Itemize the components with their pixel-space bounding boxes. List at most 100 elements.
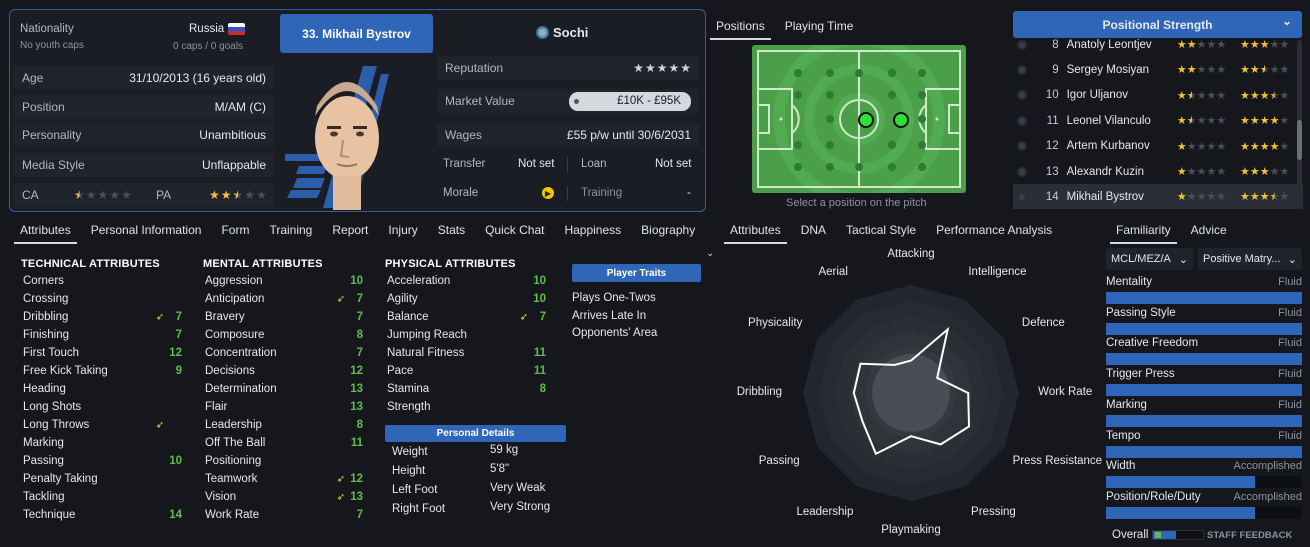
- tab-tactical-style[interactable]: Tactical Style: [836, 216, 926, 244]
- tab-injury[interactable]: Injury: [378, 216, 427, 244]
- arrow-up-icon: ➶: [155, 419, 164, 431]
- attribute-row[interactable]: Teamwork ➶ 12: [205, 470, 363, 488]
- tab-happiness[interactable]: Happiness: [554, 216, 631, 244]
- attribute-row[interactable]: Positioning: [205, 452, 363, 470]
- familiarity-item[interactable]: Creative Freedom Fluid: [1106, 337, 1302, 366]
- info-value[interactable]: Unflappable: [202, 158, 266, 172]
- attribute-row[interactable]: Technique 14: [23, 506, 182, 524]
- chevron-down-icon[interactable]: ⌄: [706, 248, 714, 259]
- attribute-row[interactable]: Passing 10: [23, 452, 182, 470]
- attribute-row[interactable]: Agility 10: [387, 290, 546, 308]
- player-strength-row[interactable]: 8 Anatoly Leontjev ★ ★ ★ ★ ★ ★ ★ ★ ★ ★: [1013, 38, 1303, 57]
- tab-advice[interactable]: Advice: [1181, 216, 1237, 244]
- attribute-row[interactable]: Natural Fitness 11: [387, 344, 546, 362]
- attribute-row[interactable]: Strength: [387, 398, 546, 416]
- familiarity-item[interactable]: Passing Style Fluid: [1106, 307, 1302, 335]
- tab-dna[interactable]: DNA: [791, 216, 836, 244]
- tab-performance-analysis[interactable]: Performance Analysis: [926, 216, 1062, 244]
- attribute-row[interactable]: Leadership 8: [205, 416, 363, 434]
- player-strength-row[interactable]: 11 Leonel Vilanculo ★ ★ ★ ★ ★ ★ ★ ★ ★ ★: [1013, 108, 1303, 133]
- player-traits-header[interactable]: Player Traits: [572, 264, 701, 282]
- attribute-row[interactable]: Acceleration 10: [387, 272, 546, 290]
- pitch-tabs: Positions Playing Time: [706, 12, 863, 40]
- familiarity-item[interactable]: Trigger Press Fluid: [1106, 368, 1302, 397]
- player-strength-row[interactable]: 14 Mikhail Bystrov ★ ★ ★ ★ ★ ★ ★ ★ ★ ★: [1013, 184, 1303, 210]
- attribute-row[interactable]: Concentration 7: [205, 344, 363, 362]
- pitch[interactable]: [752, 33, 966, 205]
- attribute-row[interactable]: Pace 11: [387, 362, 546, 380]
- familiarity-item[interactable]: Position/Role/Duty Accomplished: [1106, 491, 1302, 519]
- tab-training[interactable]: Training: [259, 216, 322, 244]
- attribute-row[interactable]: Vision ➶ 13: [205, 488, 363, 506]
- style-select[interactable]: Positive Matry... ⌄: [1198, 248, 1302, 270]
- tab-familiarity[interactable]: Familiarity: [1106, 216, 1181, 244]
- attribute-row[interactable]: Crossing: [23, 290, 182, 308]
- attribute-row[interactable]: Long Shots: [23, 398, 182, 416]
- reputation-label: Reputation: [445, 61, 504, 75]
- tab-form[interactable]: Form: [211, 216, 259, 244]
- morale-icon[interactable]: ▶: [542, 187, 554, 199]
- attribute-row[interactable]: Decisions 12: [205, 362, 363, 380]
- current-stars: ★ ★ ★ ★ ★: [1177, 114, 1240, 127]
- attribute-row[interactable]: Determination 13: [205, 380, 363, 398]
- familiarity-item[interactable]: Marking Fluid: [1106, 399, 1302, 427]
- player-strength-row[interactable]: 12 Artem Kurbanov ★ ★ ★ ★ ★ ★ ★ ★ ★ ★: [1013, 134, 1303, 159]
- attribute-row[interactable]: Balance ➶ 7: [387, 308, 546, 326]
- positional-strength-dropdown[interactable]: Positional Strength ⌄: [1013, 11, 1302, 38]
- player-strength-row[interactable]: 10 Igor Uljanov ★ ★ ★ ★ ★ ★ ★ ★ ★ ★: [1013, 83, 1303, 108]
- attribute-row[interactable]: Off The Ball 11: [205, 434, 363, 452]
- staff-feedback-link[interactable]: STAFF FEEDBACK: [1207, 530, 1292, 541]
- tab-personal-information[interactable]: Personal Information: [81, 216, 212, 244]
- nationality-value[interactable]: Russia: [189, 23, 224, 35]
- attribute-value: 11: [533, 365, 546, 377]
- attribute-row[interactable]: Jumping Reach: [387, 326, 546, 344]
- tab-playing-time[interactable]: Playing Time: [775, 12, 864, 40]
- attribute-row[interactable]: Stamina 8: [387, 380, 546, 398]
- attribute-row[interactable]: Bravery 7: [205, 308, 363, 326]
- attribute-row[interactable]: Penalty Taking: [23, 470, 182, 488]
- attribute-name: Acceleration: [387, 275, 451, 287]
- attribute-row[interactable]: Flair 13: [205, 398, 363, 416]
- attribute-row[interactable]: Long Throws ➶: [23, 416, 182, 434]
- tab-biography[interactable]: Biography: [631, 216, 705, 244]
- familiarity-item[interactable]: Width Accomplished: [1106, 460, 1302, 489]
- attribute-row[interactable]: Corners: [23, 272, 182, 290]
- attribute-row[interactable]: Aggression 10: [205, 272, 363, 290]
- trait-item[interactable]: Plays One-Twos: [572, 290, 702, 307]
- info-value[interactable]: 31/10/2013 (16 years old): [129, 71, 266, 85]
- attribute-row[interactable]: Work Rate 7: [205, 506, 363, 524]
- list-scrollbar[interactable]: [1297, 40, 1302, 190]
- wages-value[interactable]: £55 p/w until 30/6/2031: [567, 128, 691, 142]
- player-name: Leonel Vilanculo: [1066, 114, 1151, 127]
- player-strength-row[interactable]: 9 Sergey Mosiyan ★ ★ ★ ★ ★ ★ ★ ★ ★ ★: [1013, 57, 1303, 82]
- transfer-value[interactable]: Not set: [518, 158, 554, 170]
- attribute-row[interactable]: Dribbling ➶ 7: [23, 308, 182, 326]
- tab-positions[interactable]: Positions: [706, 12, 775, 40]
- info-value[interactable]: Unambitious: [199, 128, 266, 142]
- star-icon: ★: [1216, 166, 1227, 178]
- role-select[interactable]: MCL/MEZ/A ⌄: [1106, 248, 1193, 270]
- tab-report[interactable]: Report: [322, 216, 378, 244]
- player-strength-row[interactable]: 13 Alexandr Kuzin ★ ★ ★ ★ ★ ★ ★ ★ ★ ★: [1013, 159, 1303, 184]
- player-name-button[interactable]: 33. Mikhail Bystrov: [280, 14, 433, 53]
- attribute-row[interactable]: Finishing 7: [23, 326, 182, 344]
- familiarity-item[interactable]: Mentality Fluid: [1106, 276, 1302, 304]
- attribute-row[interactable]: Anticipation ➶ 7: [205, 290, 363, 308]
- market-value-pill[interactable]: £10K - £95K: [569, 91, 691, 111]
- attribute-row[interactable]: Marking: [23, 434, 182, 452]
- tab-attributes[interactable]: Attributes: [10, 216, 81, 244]
- attribute-row[interactable]: Composure 8: [205, 326, 363, 344]
- tab-stats[interactable]: Stats: [428, 216, 475, 244]
- loan-value[interactable]: Not set: [655, 158, 691, 170]
- attribute-row[interactable]: Heading: [23, 380, 182, 398]
- tab-quick-chat[interactable]: Quick Chat: [475, 216, 554, 244]
- info-value[interactable]: M/AM (C): [215, 100, 266, 114]
- attribute-row[interactable]: First Touch 12: [23, 344, 182, 362]
- attribute-row[interactable]: Tackling: [23, 488, 182, 506]
- attribute-row[interactable]: Free Kick Taking 9: [23, 362, 182, 380]
- trait-item[interactable]: Arrives Late In Opponents' Area: [572, 308, 702, 342]
- tab-attributes[interactable]: Attributes: [720, 216, 791, 244]
- club-link[interactable]: Sochi: [536, 25, 588, 40]
- star-icon: ★: [1249, 89, 1260, 102]
- familiarity-item[interactable]: Tempo Fluid: [1106, 430, 1302, 458]
